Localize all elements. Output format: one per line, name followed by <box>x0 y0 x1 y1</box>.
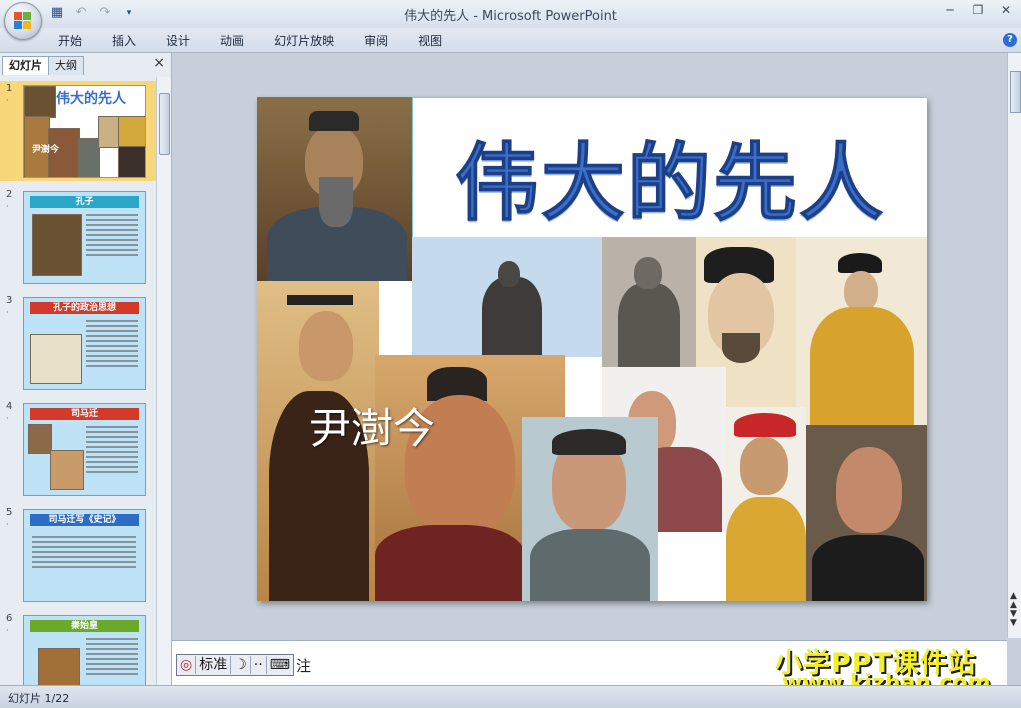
current-slide[interactable]: 伟大的先人 尹澍今 <box>257 97 927 601</box>
thumb-text <box>86 638 138 678</box>
thumb-portrait <box>118 146 145 177</box>
slide-scrollbar[interactable]: ▲ ▲ ▼ ▼ <box>1007 53 1021 638</box>
slide-counter: 幻灯片 1/22 <box>8 692 70 705</box>
thumb-portrait <box>118 116 145 148</box>
portrait-confucius <box>257 97 412 281</box>
slide-preview: 孔子 <box>23 191 146 284</box>
thumb-text <box>86 320 138 370</box>
slide-thumbnail-1[interactable]: 1 · 伟大的先人 尹澍今 <box>0 81 156 181</box>
slide-thumbnail-3[interactable]: 3 · 孔子的政治思想 <box>0 293 156 393</box>
notes-text: 注 <box>296 657 312 675</box>
prev-next-slide-icon[interactable]: ▲ ▲ ▼ ▼ <box>1010 592 1017 628</box>
portrait-emperor-kangxi <box>726 407 806 601</box>
status-bar: 幻灯片 1/22 <box>0 685 1021 708</box>
slide-number: 1 · <box>6 83 13 105</box>
portrait-statue <box>412 237 602 357</box>
slide-transition-icon: · <box>6 308 9 317</box>
tab-design[interactable]: 设计 <box>155 32 201 49</box>
thumb-portrait <box>24 86 56 118</box>
tab-home[interactable]: 开始 <box>47 32 93 49</box>
tab-slideshow[interactable]: 幻灯片放映 <box>263 32 345 49</box>
halfwidth-icon[interactable]: ☽ <box>231 656 251 674</box>
office-logo-icon <box>14 12 32 30</box>
ime-logo-icon[interactable]: ◎ <box>177 656 197 674</box>
thumb-title: 伟大的先人 <box>56 91 126 107</box>
thumb-text <box>86 426 138 476</box>
punctuation-icon[interactable]: ·· <box>251 656 267 674</box>
slide-preview: 司马迁 <box>23 403 146 496</box>
slide-transition-icon: · <box>6 202 9 211</box>
scrollbar-thumb[interactable] <box>1010 71 1021 113</box>
slide-author[interactable]: 尹澍今 <box>309 395 435 456</box>
ime-toolbar: ◎ 标准 ☽ ·· ⌨ <box>176 654 294 676</box>
thumb-title: 秦始皇 <box>30 620 139 632</box>
help-icon[interactable]: ? <box>1003 33 1017 47</box>
portrait-mao <box>522 417 658 601</box>
slide-transition-icon: · <box>6 414 9 423</box>
title-bar: ▦ ↶ ↷ ▾ 伟大的先人 - Microsoft PowerPoint ─ ❐… <box>0 0 1021 40</box>
tab-review[interactable]: 审阅 <box>353 32 399 49</box>
portrait-sima-qian <box>602 237 696 367</box>
portrait-deng <box>806 425 927 601</box>
thumb-text <box>86 214 138 259</box>
slide-thumbnail-4[interactable]: 4 · 司马迁 <box>0 399 156 499</box>
title-placeholder[interactable]: 伟大的先人 <box>412 97 927 239</box>
tab-insert[interactable]: 插入 <box>101 32 147 49</box>
ime-mode[interactable]: 标准 <box>196 656 232 674</box>
thumbnail-list: 1 · 伟大的先人 尹澍今 2 · 孔子 3 · 孔子的政治思想 4 · 司马迁… <box>0 77 156 685</box>
office-button[interactable] <box>4 2 42 40</box>
slide-thumbnail-2[interactable]: 2 · 孔子 <box>0 187 156 287</box>
scrollbar-thumb[interactable] <box>159 93 170 155</box>
thumb-title: 司马迁写《史记》 <box>30 514 139 526</box>
soft-keyboard-icon[interactable]: ⌨ <box>267 656 293 674</box>
slide-preview: 孔子的政治思想 <box>23 297 146 390</box>
slide-number: 5 · <box>6 507 13 529</box>
thumb-portrait <box>38 648 80 685</box>
slide-number: 6 · <box>6 613 13 635</box>
thumb-portrait <box>78 138 100 177</box>
slide-preview: 伟大的先人 尹澍今 <box>23 85 146 178</box>
slide-number: 3 · <box>6 295 13 317</box>
slide-transition-icon: · <box>6 520 9 529</box>
restore-icon[interactable]: ❐ <box>971 3 985 17</box>
slide-preview: 司马迁写《史记》 <box>23 509 146 602</box>
thumb-text <box>32 536 136 571</box>
thumb-portrait <box>98 116 120 148</box>
close-icon[interactable]: ✕ <box>999 3 1013 17</box>
slides-pane: 幻灯片 大纲 × 1 · 伟大的先人 尹澍今 2 · 孔子 3 · 孔子的政治思… <box>0 53 172 685</box>
slide-thumbnail-6[interactable]: 6 · 秦始皇 <box>0 611 156 685</box>
thumb-title: 孔子 <box>30 196 139 208</box>
tab-view[interactable]: 视图 <box>407 32 453 49</box>
thumb-image <box>28 424 52 454</box>
thumb-image <box>30 334 82 384</box>
slide-title: 伟大的先人 <box>454 133 885 233</box>
portrait-emperor-qing <box>796 237 927 425</box>
ribbon-tabs: 开始 插入 设计 动画 幻灯片放映 审阅 视图 ? <box>0 28 1021 53</box>
tab-slides[interactable]: 幻灯片 <box>2 56 49 75</box>
thumbnail-scrollbar[interactable] <box>156 77 171 685</box>
thumb-portrait <box>32 214 82 276</box>
slide-preview: 秦始皇 <box>23 615 146 685</box>
slide-thumbnail-5[interactable]: 5 · 司马迁写《史记》 <box>0 505 156 605</box>
tab-outline[interactable]: 大纲 <box>48 56 84 75</box>
slide-transition-icon: · <box>6 96 9 105</box>
tab-animation[interactable]: 动画 <box>209 32 255 49</box>
window-controls: ─ ❐ ✕ <box>943 3 1013 17</box>
thumb-title: 孔子的政治思想 <box>30 302 139 314</box>
close-pane-icon[interactable]: × <box>153 55 165 71</box>
thumb-title: 司马迁 <box>30 408 139 420</box>
slide-number: 2 · <box>6 189 13 211</box>
window-title: 伟大的先人 - Microsoft PowerPoint <box>404 9 617 24</box>
thumb-portrait <box>50 450 84 490</box>
slide-number: 4 · <box>6 401 13 423</box>
thumb-author: 尹澍今 <box>32 145 60 155</box>
minimize-icon[interactable]: ─ <box>943 3 957 17</box>
slide-transition-icon: · <box>6 626 9 635</box>
